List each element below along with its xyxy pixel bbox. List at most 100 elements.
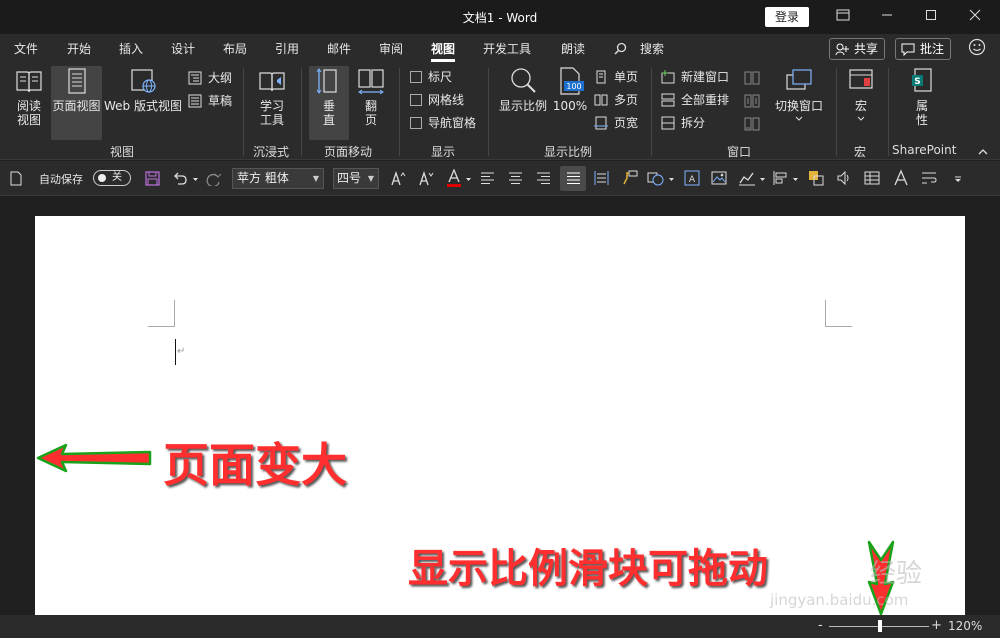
- maximize-icon[interactable]: [908, 5, 954, 29]
- magnifier-icon: [511, 68, 536, 93]
- title-bar: 文档1 - Word 登录: [0, 0, 1000, 34]
- align-objects-dropdown-icon[interactable]: [792, 177, 799, 182]
- view-side-by-side-icon[interactable]: [744, 71, 760, 85]
- chevron-down-icon: [795, 116, 803, 121]
- font-color-icon[interactable]: [446, 169, 462, 188]
- zoom-percentage[interactable]: 120%: [948, 619, 982, 633]
- properties-button[interactable]: S 属 性: [904, 66, 940, 138]
- switch-windows-button[interactable]: 切换窗口: [771, 66, 827, 138]
- grow-font-icon[interactable]: [390, 171, 406, 186]
- close-icon[interactable]: [952, 5, 998, 29]
- one-page-button[interactable]: 单页: [594, 68, 638, 86]
- tab-layout[interactable]: 布局: [223, 40, 247, 57]
- tab-file[interactable]: 文件: [14, 40, 38, 57]
- tab-references[interactable]: 引用: [275, 40, 299, 57]
- shrink-font-icon[interactable]: [418, 171, 434, 186]
- customize-toolbar-icon[interactable]: [954, 176, 962, 184]
- redo-icon[interactable]: [206, 171, 222, 186]
- arrange-all-icon: [661, 93, 675, 107]
- collapse-ribbon-icon[interactable]: [978, 148, 988, 155]
- table-grid-icon[interactable]: [864, 170, 880, 186]
- login-button[interactable]: 登录: [765, 7, 809, 27]
- save-icon[interactable]: [145, 171, 160, 186]
- split-label: 拆分: [681, 116, 706, 130]
- chart-icon[interactable]: [738, 170, 756, 186]
- show-group-label: 显示: [431, 145, 456, 159]
- multiple-pages-label: 多页: [614, 93, 639, 107]
- page-width-icon: [594, 116, 608, 130]
- share-button[interactable]: 共享: [829, 38, 886, 60]
- text-effects-icon[interactable]: [893, 169, 909, 187]
- font-name-value: 苹方 粗体: [237, 171, 289, 185]
- font-name-select[interactable]: 苹方 粗体 ▼: [232, 168, 324, 189]
- tab-home[interactable]: 开始: [67, 40, 91, 57]
- web-layout-button[interactable]: Web 版式视图: [103, 66, 183, 138]
- chevron-down-icon: [857, 116, 865, 121]
- navigation-pane-label: 导航窗格: [428, 116, 477, 130]
- vertical-button[interactable]: 垂 直: [309, 66, 349, 140]
- web-layout-icon: [131, 69, 156, 93]
- tab-review[interactable]: 审阅: [379, 40, 403, 57]
- draft-button[interactable]: 草稿: [188, 92, 232, 110]
- ruler-checkbox[interactable]: 标尺: [410, 68, 452, 86]
- font-color-dropdown-icon[interactable]: [465, 177, 472, 182]
- format-painter-icon[interactable]: [622, 170, 638, 186]
- one-page-icon: [596, 70, 606, 84]
- tab-design[interactable]: 设计: [171, 40, 195, 57]
- undo-dropdown-icon[interactable]: [192, 177, 199, 182]
- align-left-icon[interactable]: [480, 171, 495, 185]
- print-layout-button[interactable]: 页面视图: [51, 66, 102, 140]
- new-document-icon[interactable]: [10, 171, 22, 186]
- macros-button[interactable]: 宏: [843, 66, 879, 138]
- outline-button[interactable]: 大纲: [188, 69, 232, 87]
- text-box-icon[interactable]: A: [684, 170, 700, 186]
- tab-view[interactable]: 视图: [431, 40, 456, 62]
- align-right-icon[interactable]: [536, 171, 551, 185]
- bring-forward-icon[interactable]: [808, 170, 824, 186]
- zoom-button[interactable]: 显示比例: [496, 66, 550, 138]
- page-width-button[interactable]: 页宽: [594, 114, 638, 132]
- split-button[interactable]: 拆分: [661, 114, 705, 132]
- autosave-toggle[interactable]: 关: [93, 170, 131, 186]
- justify-icon: [567, 172, 580, 184]
- minimize-icon[interactable]: [864, 5, 910, 29]
- arrange-all-button[interactable]: 全部重排: [661, 91, 729, 109]
- ribbon-display-icon[interactable]: [820, 5, 866, 29]
- chart-dropdown-icon[interactable]: [759, 177, 766, 182]
- switch-windows-label: 切换窗口: [774, 99, 823, 113]
- speaker-icon[interactable]: [836, 170, 852, 186]
- new-window-button[interactable]: 新建窗口: [661, 68, 729, 86]
- gridlines-checkbox[interactable]: 网格线: [410, 91, 464, 109]
- tab-developer[interactable]: 开发工具: [483, 40, 531, 57]
- shapes-dropdown-icon[interactable]: [668, 177, 675, 182]
- zoom-100-button[interactable]: 100 100%: [552, 66, 588, 138]
- align-objects-icon[interactable]: [772, 170, 788, 186]
- justify-button[interactable]: [560, 166, 586, 191]
- tab-insert[interactable]: 插入: [119, 40, 143, 57]
- comments-button[interactable]: 批注: [895, 38, 952, 60]
- zoom-out-button[interactable]: -: [818, 618, 823, 633]
- undo-icon[interactable]: [172, 171, 188, 186]
- align-center-icon[interactable]: [508, 171, 523, 185]
- side-to-side-button[interactable]: 翻 页: [351, 66, 391, 138]
- smiley-feedback-icon[interactable]: [968, 38, 986, 56]
- reset-window-position-icon[interactable]: [744, 117, 760, 131]
- picture-icon[interactable]: [711, 170, 727, 186]
- zoom-slider-thumb[interactable]: [878, 620, 882, 632]
- zoom-in-button[interactable]: +: [931, 618, 942, 633]
- ruler-label: 标尺: [428, 70, 453, 84]
- distributed-align-icon[interactable]: [594, 170, 609, 186]
- watermark-brand: 经验: [870, 559, 923, 589]
- tab-read-aloud[interactable]: 朗读: [561, 40, 585, 57]
- read-mode-button[interactable]: 阅读 视图: [8, 66, 50, 138]
- text-wrap-icon[interactable]: [921, 170, 937, 186]
- learning-tools-button[interactable]: 学习 工具: [251, 66, 293, 138]
- tab-mailings[interactable]: 邮件: [327, 40, 351, 57]
- tab-search[interactable]: 搜索: [640, 40, 664, 57]
- navigation-pane-checkbox[interactable]: 导航窗格: [410, 114, 476, 132]
- synchronous-scrolling-icon[interactable]: [744, 94, 760, 108]
- multiple-pages-button[interactable]: 多页: [594, 91, 638, 109]
- font-size-select[interactable]: 四号 ▼: [333, 168, 379, 189]
- quick-access-toolbar: 自动保存 关 苹方 粗体 ▼ 四号 ▼ A: [0, 161, 1000, 196]
- shapes-icon[interactable]: [647, 170, 665, 186]
